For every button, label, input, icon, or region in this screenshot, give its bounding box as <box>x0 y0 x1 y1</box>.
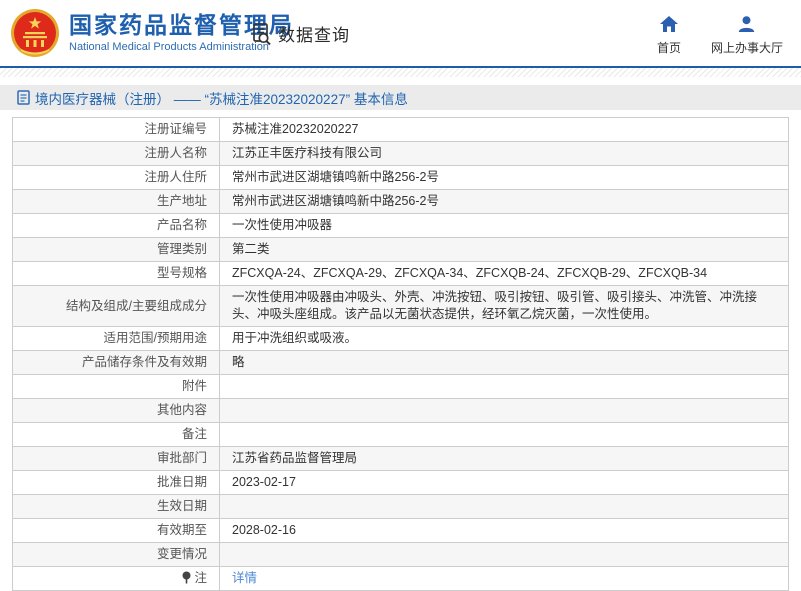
row-value: 2028-02-16 <box>219 518 789 543</box>
row-value: 常州市武进区湖塘镇鸣新中路256-2号 <box>219 165 789 190</box>
row-label: 注册证编号 <box>12 117 220 142</box>
row-label: 管理类别 <box>12 237 220 262</box>
table-row: 生效日期 <box>12 494 789 519</box>
table-row: 注册证编号 苏械注准20232020227 <box>12 117 789 142</box>
row-label: 有效期至 <box>12 518 220 543</box>
row-value <box>219 398 789 423</box>
table-row: 附件 <box>12 374 789 399</box>
row-label: 结构及组成/主要组成成分 <box>12 285 220 327</box>
home-icon <box>659 16 678 32</box>
row-value: 江苏省药品监督管理局 <box>219 446 789 471</box>
row-value <box>219 374 789 399</box>
table-row: 产品名称 一次性使用冲吸器 <box>12 213 789 238</box>
hatched-strip <box>0 68 801 77</box>
row-label: 注册人名称 <box>12 141 220 166</box>
table-row: 注册人住所 常州市武进区湖塘镇鸣新中路256-2号 <box>12 165 789 190</box>
row-label: 型号规格 <box>12 261 220 286</box>
table-row: 批准日期 2023-02-17 <box>12 470 789 495</box>
breadcrumb: 境内医疗器械（注册） —— “苏械注准20232020227” 基本信息 <box>0 85 801 110</box>
row-label: 适用范围/预期用途 <box>12 326 220 351</box>
row-value: 苏械注准20232020227 <box>219 117 789 142</box>
nav-service-hall-label: 网上办事大厅 <box>710 41 783 55</box>
table-row: 型号规格 ZFCXQA-24、ZFCXQA-29、ZFCXQA-34、ZFCXQB… <box>12 261 789 286</box>
row-label: 其他内容 <box>12 398 220 423</box>
page: 国家药品监督管理局 National Medical Products Admi… <box>0 0 801 591</box>
section-label: 数据查询 <box>278 26 350 45</box>
row-label: 产品储存条件及有效期 <box>12 350 220 375</box>
table-row: 审批部门 江苏省药品监督管理局 <box>12 446 789 471</box>
top-nav: 首页 网上办事大厅 <box>657 16 783 56</box>
row-value: 一次性使用冲吸器 <box>219 213 789 238</box>
row-value: 详情 <box>219 566 789 591</box>
info-table-body: 注册证编号 苏械注准20232020227 注册人名称 江苏正丰医疗科技有限公司 注册人… <box>12 117 789 591</box>
row-label: 注册人住所 <box>12 165 220 190</box>
info-table: 注册证编号 苏械注准20232020227 注册人名称 江苏正丰医疗科技有限公司 注册人… <box>12 117 789 591</box>
table-row: 管理类别 第二类 <box>12 237 789 262</box>
row-value <box>219 494 789 519</box>
row-value <box>219 542 789 567</box>
row-value: 常州市武进区湖塘镇鸣新中路256-2号 <box>219 189 789 214</box>
table-row: 产品储存条件及有效期略 <box>12 350 789 375</box>
row-value: ZFCXQA-24、ZFCXQA-29、ZFCXQA-34、ZFCXQB-24、… <box>219 261 789 286</box>
national-emblem-logo <box>10 8 60 58</box>
row-label: 生效日期 <box>12 494 220 519</box>
nav-service-hall[interactable]: 网上办事大厅 <box>711 16 783 56</box>
table-row: 其他内容 <box>12 398 789 423</box>
row-label: 变更情况 <box>12 542 220 567</box>
table-row: 备注 <box>12 422 789 447</box>
pin-icon <box>181 571 192 584</box>
doc-search-icon <box>250 22 274 46</box>
row-value <box>219 422 789 447</box>
row-value: 第二类 <box>219 237 789 262</box>
row-label: 审批部门 <box>12 446 220 471</box>
section-data-query[interactable]: 数据查询 <box>250 21 350 46</box>
breadcrumb-text: 境内医疗器械（注册） —— “苏械注准20232020227” 基本信息 <box>35 91 408 107</box>
row-value: 用于冲洗组织或吸液。 <box>219 326 789 351</box>
row-label: 产品名称 <box>12 213 220 238</box>
table-row: 结构及组成/主要组成成分 一次性使用冲吸器由冲吸头、外壳、冲洗按钮、吸引按钮、吸引… <box>12 285 789 327</box>
row-label: 附件 <box>12 374 220 399</box>
header: 国家药品监督管理局 National Medical Products Admi… <box>0 0 801 66</box>
row-value: 江苏正丰医疗科技有限公司 <box>219 141 789 166</box>
row-label: 备注 <box>12 422 220 447</box>
table-row: 变更情况 <box>12 542 789 567</box>
table-row: 有效期至 2028-02-16 <box>12 518 789 543</box>
nav-home[interactable]: 首页 <box>657 16 681 56</box>
nav-home-label: 首页 <box>656 41 681 55</box>
details-link[interactable]: 详情 <box>232 571 257 585</box>
row-label: 注 <box>12 566 220 591</box>
table-row: 注册人名称 江苏正丰医疗科技有限公司 <box>12 141 789 166</box>
table-row: 适用范围/预期用途 用于冲洗组织或吸液。 <box>12 326 789 351</box>
row-label: 批准日期 <box>12 470 220 495</box>
table-row: 生产地址 常州市武进区湖塘镇鸣新中路256-2号 <box>12 189 789 214</box>
row-label: 生产地址 <box>12 189 220 214</box>
user-icon <box>738 16 755 32</box>
row-value: 略 <box>219 350 789 375</box>
table-row: 注详情 <box>12 566 789 591</box>
row-value: 2023-02-17 <box>219 470 789 495</box>
row-value: 一次性使用冲吸器由冲吸头、外壳、冲洗按钮、吸引按钮、吸引管、吸引接头、冲洗管、冲… <box>219 285 789 327</box>
document-icon <box>17 90 30 105</box>
